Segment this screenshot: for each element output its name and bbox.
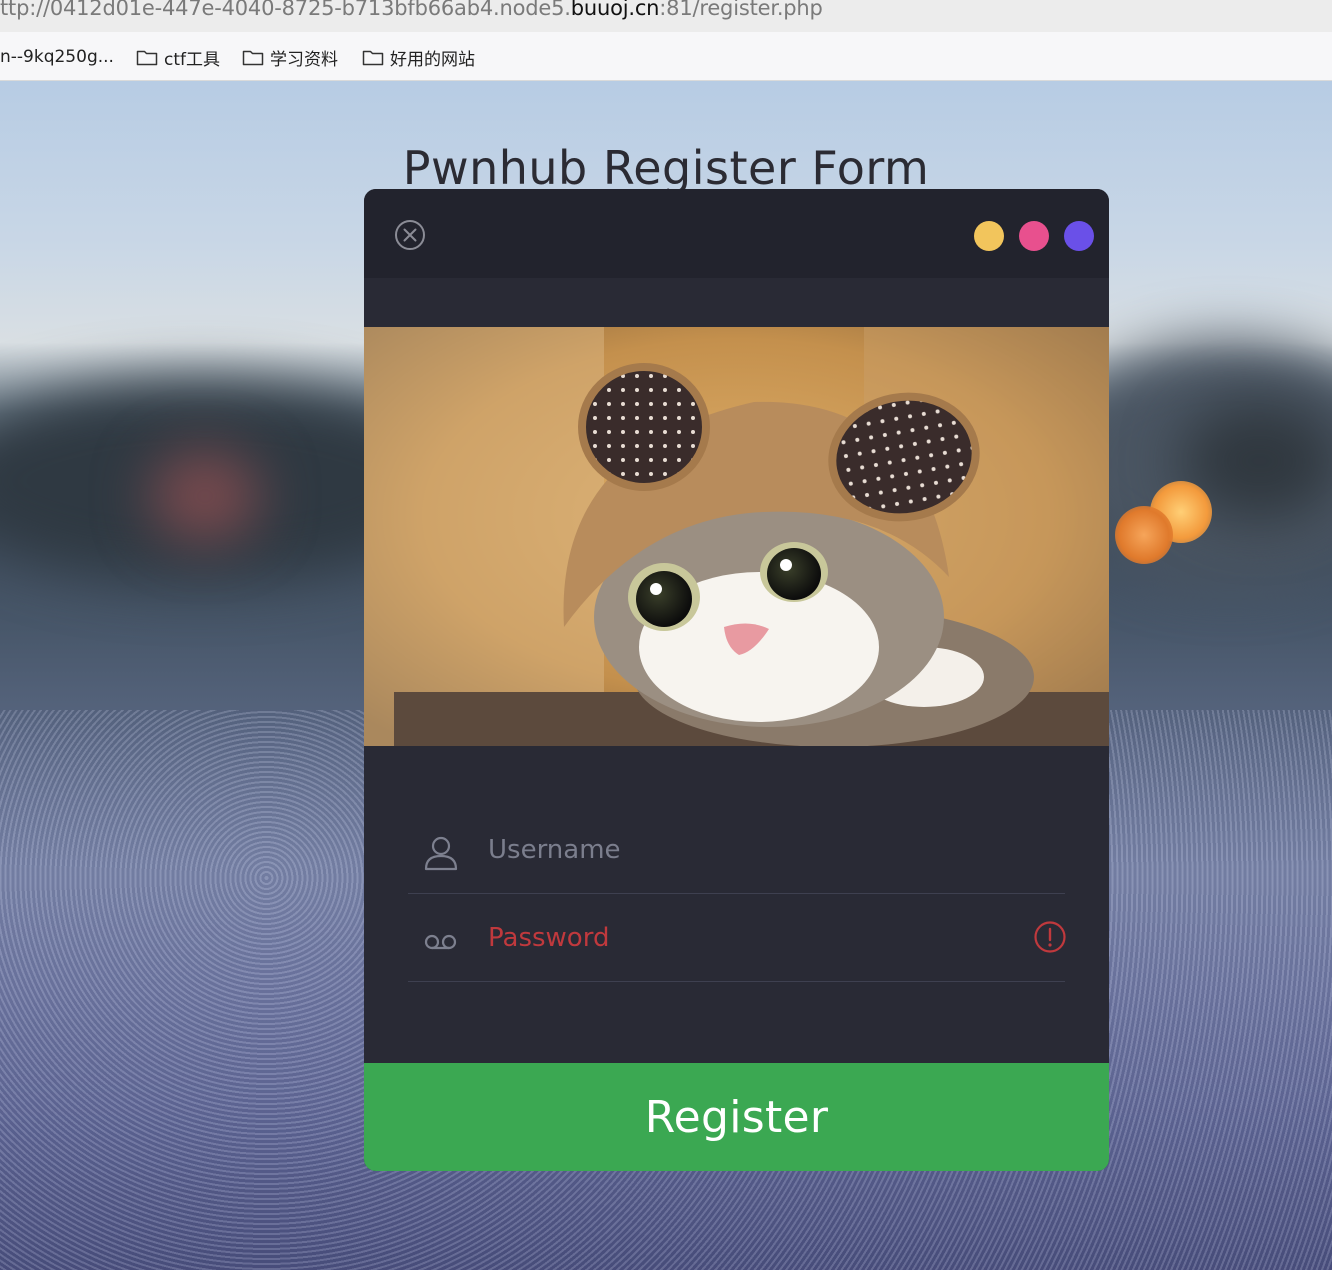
password-input[interactable] bbox=[488, 916, 1008, 960]
bookmark-folder-sites[interactable]: 好用的网站 bbox=[362, 46, 475, 70]
user-icon bbox=[424, 836, 458, 871]
page-title: Pwnhub Register Form bbox=[402, 141, 930, 195]
bookmarks-bar: n--9kq250g... ctf工具 学习资料 好用的网站 bbox=[0, 32, 1332, 81]
password-field bbox=[408, 894, 1066, 982]
bookmark-folder-study[interactable]: 学习资料 bbox=[242, 46, 338, 70]
pink-dot[interactable] bbox=[1019, 221, 1049, 251]
card-header bbox=[364, 189, 1109, 278]
username-field bbox=[408, 806, 1065, 894]
username-input[interactable] bbox=[488, 828, 1008, 872]
close-circle-icon[interactable] bbox=[394, 219, 426, 251]
bookmark-label: ctf工具 bbox=[164, 49, 220, 70]
alert-circle-icon bbox=[1034, 921, 1066, 953]
folder-icon bbox=[242, 50, 264, 66]
purple-dot[interactable] bbox=[1064, 221, 1094, 251]
folder-icon bbox=[136, 50, 158, 66]
register-card: Register bbox=[364, 189, 1109, 1171]
bookmark-label: 好用的网站 bbox=[390, 49, 475, 70]
bookmark-folder-ctf[interactable]: ctf工具 bbox=[136, 46, 220, 70]
cat-in-bear-hat-photo bbox=[364, 327, 1109, 746]
bookmark-label: 学习资料 bbox=[270, 49, 338, 70]
url-text[interactable]: ttp://0412d01e-447e-4040-8725-b713bfb66a… bbox=[0, 0, 823, 20]
voicemail-key-icon bbox=[424, 934, 457, 950]
yellow-dot[interactable] bbox=[974, 221, 1004, 251]
address-bar[interactable]: ttp://0412d01e-447e-4040-8725-b713bfb66a… bbox=[0, 0, 1332, 32]
bookmark-label: n--9kq250g... bbox=[0, 47, 114, 67]
bookmark-item[interactable]: n--9kq250g... bbox=[0, 46, 114, 68]
folder-icon bbox=[362, 50, 384, 66]
register-button[interactable]: Register bbox=[364, 1063, 1109, 1171]
